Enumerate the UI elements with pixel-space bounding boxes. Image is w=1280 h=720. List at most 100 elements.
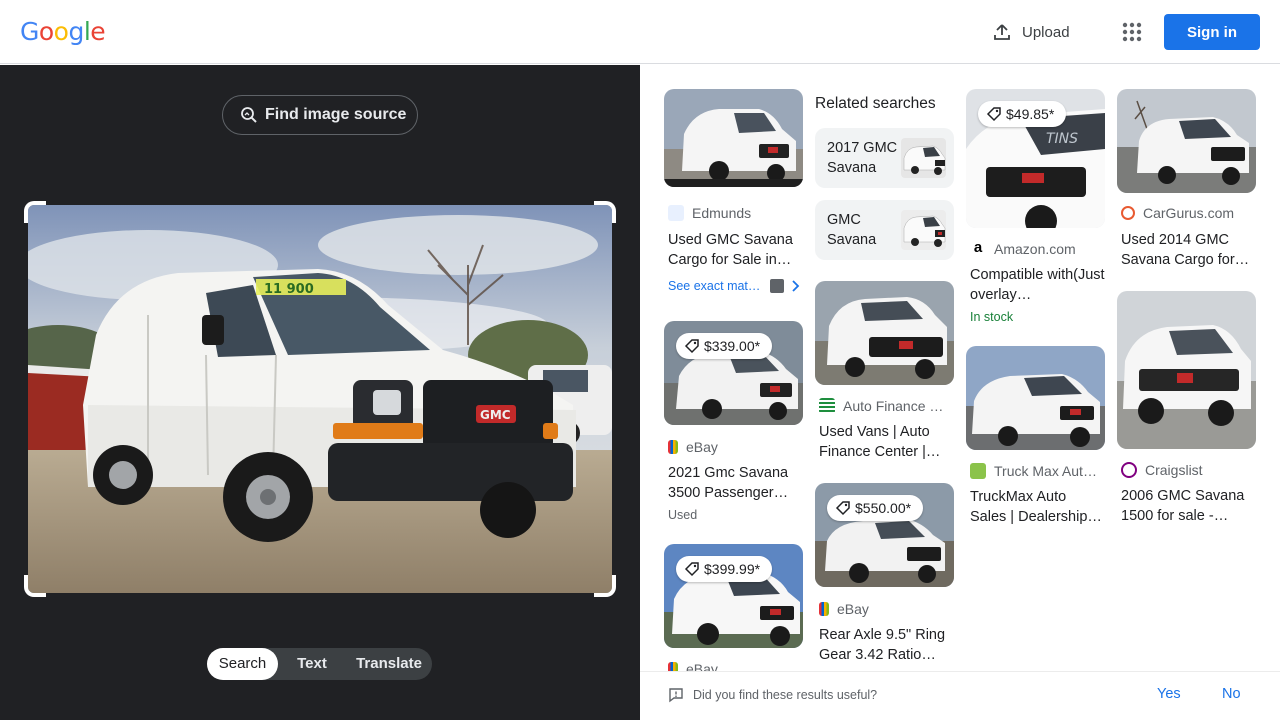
result-source[interactable]: Edmunds (668, 205, 751, 221)
source-name: Amazon.com (994, 241, 1076, 257)
amazon-icon: a (970, 240, 986, 257)
result-source[interactable]: eBay (819, 601, 869, 617)
image-search-icon (241, 107, 257, 123)
related-search-chip[interactable]: 2017 GMC Savana (815, 128, 954, 188)
source-name: Auto Finance … (843, 398, 944, 414)
upload-icon (994, 24, 1010, 40)
chevron-right-icon (792, 280, 800, 292)
result-title[interactable]: TruckMax Auto Sales | Dealership… (970, 487, 1105, 527)
see-exact-label: See exact mat… (668, 279, 761, 293)
stock-status-label: In stock (970, 310, 1014, 324)
ebay-icon (819, 602, 829, 616)
svg-text:TINS: TINS (1046, 131, 1078, 147)
price-value: $339.00* (704, 338, 761, 354)
result-source[interactable]: Auto Finance … (819, 398, 943, 414)
see-exact-matches-link[interactable]: See exact mat… (668, 279, 800, 293)
source-name: CarGurus.com (1143, 205, 1235, 221)
related-search-thumbnail (901, 210, 946, 250)
result-title[interactable]: Rear Axle 9.5" Ring Gear 3.42 Ratio… (819, 625, 954, 665)
truckmax-icon (970, 463, 986, 479)
query-image: 11 900 GMC (28, 205, 612, 593)
result-title[interactable]: Used GMC Savana Cargo for Sale in… (668, 230, 803, 270)
result-title[interactable]: Used Vans | Auto Finance Center |… (819, 422, 954, 462)
top-bar: Google Upload Sign in (0, 0, 1280, 64)
google-logo[interactable]: Google (20, 17, 106, 46)
related-search-chip[interactable]: GMC Savana (815, 200, 954, 260)
source-name: eBay (837, 601, 869, 617)
find-image-source-button[interactable]: Find image source (222, 95, 418, 135)
result-thumbnail[interactable]: TINS $49.85* (966, 89, 1105, 228)
mode-search-tab[interactable]: Search (207, 648, 278, 680)
result-thumbnail[interactable] (1117, 291, 1256, 449)
source-name: Truck Max Aut… (994, 463, 1097, 479)
result-thumbnail[interactable]: $550.00* (815, 483, 954, 587)
source-name: Edmunds (692, 205, 752, 221)
logo-letter: o (38, 17, 54, 46)
result-title[interactable]: 2021 Gmc Savana 3500 Passenger… (668, 463, 803, 503)
result-thumbnail[interactable] (1117, 89, 1256, 193)
feedback-icon (669, 688, 683, 703)
result-source[interactable]: Truck Max Aut… (970, 463, 1097, 479)
price-tag: $550.00* (827, 495, 924, 521)
query-image-panel: Find image source 11 900 GMC Search Text… (0, 65, 640, 720)
blue-car-icon (668, 205, 684, 221)
related-search-thumbnail (901, 138, 946, 178)
cargurus-icon (1121, 206, 1135, 220)
logo-letter: g (68, 17, 84, 46)
related-search-label: GMC Savana (827, 212, 877, 248)
result-thumbnail[interactable] (966, 346, 1105, 450)
result-thumbnail[interactable] (664, 89, 803, 187)
upload-button[interactable]: Upload (992, 20, 1070, 44)
result-source[interactable]: Craigslist (1121, 462, 1203, 478)
tag-icon (986, 107, 1001, 122)
result-source[interactable]: CarGurus.com (1121, 205, 1234, 221)
crop-handle-bottom-left[interactable] (24, 575, 46, 597)
price-tag: $399.99* (676, 556, 773, 582)
feedback-question: Did you find these results useful? (693, 688, 878, 702)
result-thumbnail[interactable] (815, 281, 954, 385)
feedback-no-button[interactable]: No (1222, 686, 1241, 702)
condition-label: Used (668, 508, 698, 522)
price-tag: $339.00* (676, 333, 773, 359)
logo-letter: G (20, 17, 39, 46)
crop-handle-top-left[interactable] (24, 201, 46, 223)
tag-icon (684, 339, 699, 354)
result-title[interactable]: 2006 GMC Savana 1500 for sale -… (1121, 486, 1256, 526)
price-value: $49.85* (1006, 106, 1055, 122)
related-search-label: 2017 GMC Savana (827, 140, 898, 176)
crop-handle-top-right[interactable] (594, 201, 616, 223)
mode-translate-tab[interactable]: Translate (346, 648, 432, 680)
price-value: $399.99* (704, 561, 761, 577)
exact-match-thumbnail-icon (770, 279, 785, 293)
tag-icon (835, 501, 850, 516)
result-title[interactable]: Compatible with(Just overlay… (970, 265, 1105, 305)
price-tag: $49.85* (978, 101, 1067, 127)
price-value: $550.00* (855, 500, 912, 516)
svg-text:11 900: 11 900 (264, 282, 314, 297)
upload-label: Upload (1022, 23, 1070, 41)
tag-icon (684, 562, 699, 577)
svg-text:GMC: GMC (480, 408, 511, 422)
logo-letter: o (53, 17, 69, 46)
lens-mode-switch: Search Text Translate (207, 648, 432, 680)
ebay-icon (668, 440, 678, 454)
related-searches-heading: Related searches (815, 95, 936, 112)
result-source[interactable]: a Amazon.com (970, 240, 1076, 257)
logo-letter: e (90, 17, 106, 46)
mode-text-tab[interactable]: Text (278, 648, 346, 680)
apps-grid-icon[interactable] (1120, 20, 1144, 44)
result-thumbnail[interactable]: $399.99* (664, 544, 803, 648)
find-image-source-label: Find image source (265, 106, 407, 123)
result-thumbnail[interactable]: $339.00* (664, 321, 803, 425)
result-title[interactable]: Used 2014 GMC Savana Cargo for… (1121, 230, 1256, 270)
green-lines-icon (819, 398, 835, 414)
feedback-bar: Did you find these results useful? Yes N… (640, 671, 1280, 720)
crop-handle-bottom-right[interactable] (594, 575, 616, 597)
sign-in-button[interactable]: Sign in (1164, 14, 1260, 50)
source-name: Craigslist (1145, 462, 1203, 478)
peace-icon (1121, 462, 1137, 478)
result-source[interactable]: eBay (668, 439, 718, 455)
results-panel: Edmunds Used GMC Savana Cargo for Sale i… (640, 65, 1280, 720)
source-name: eBay (686, 439, 718, 455)
feedback-yes-button[interactable]: Yes (1157, 686, 1181, 702)
